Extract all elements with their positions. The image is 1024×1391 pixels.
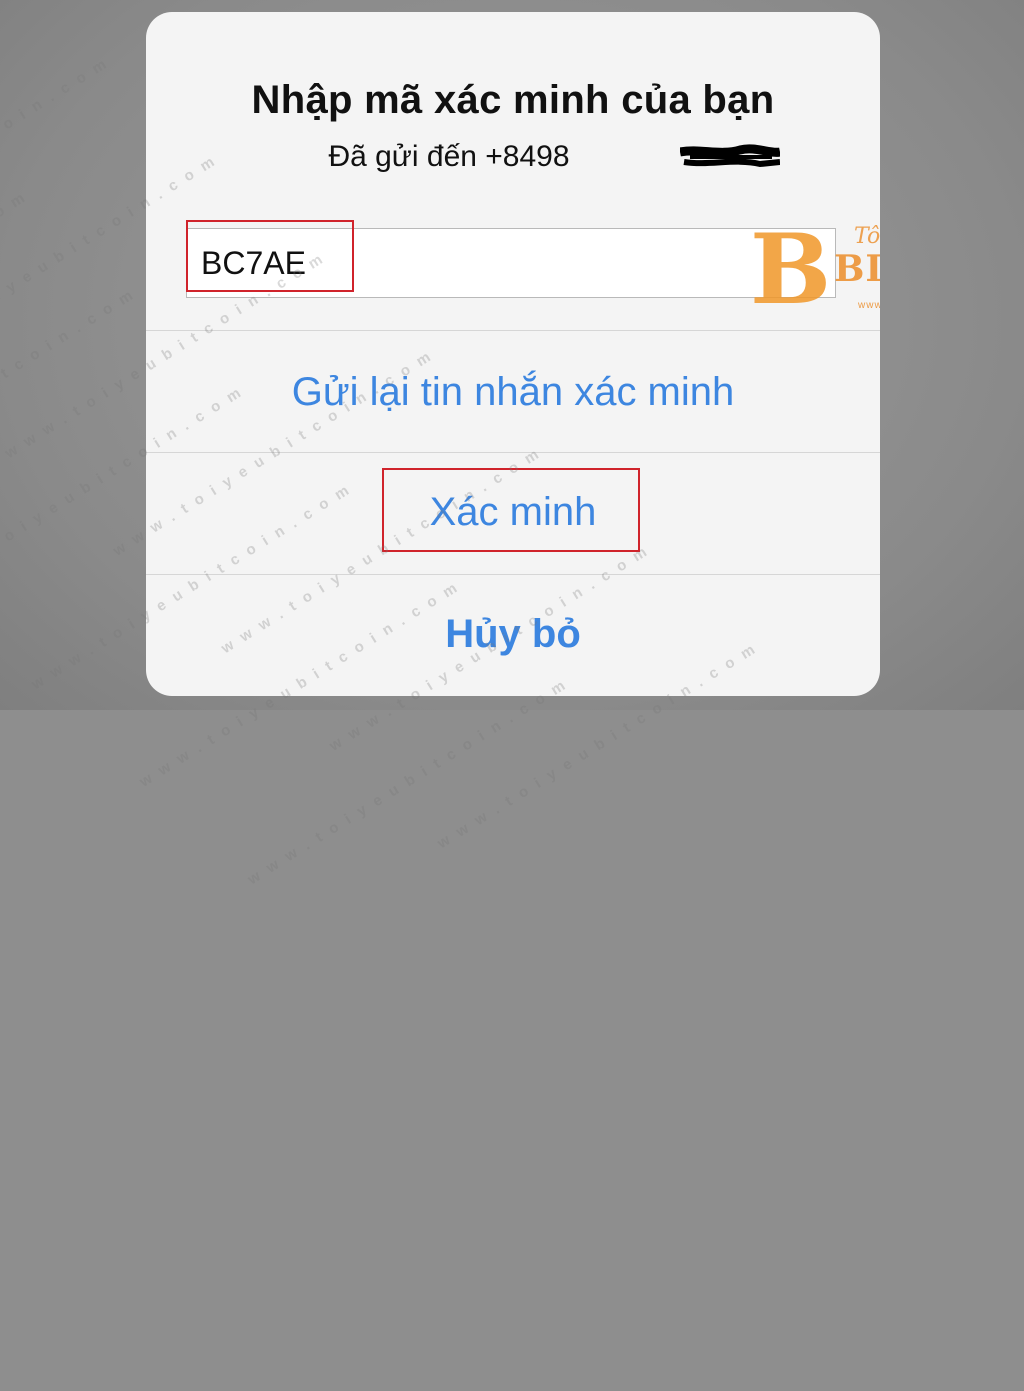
dialog-title: Nhập mã xác minh của bạn [251,78,775,122]
bitcoin-b-icon: B [750,213,832,326]
divider [146,452,880,453]
sent-to-text: Đã gửi đến +8498 [328,140,570,173]
logo-main-text: BITCOIN [834,248,880,290]
highlight-box-code [186,220,354,292]
resend-verification-button[interactable]: Gửi lại tin nhắn xác minh [146,370,880,415]
divider [146,574,880,575]
highlight-box-verify [382,468,640,552]
toiyeubitcoin-logo: B Tôi Yêu BITCOIN www.toiyeubitcoin.com [750,218,880,322]
redaction-scribble [680,144,780,168]
cancel-button[interactable]: Hủy bỏ [146,612,880,657]
logo-small-text: Tôi Yêu [854,224,880,249]
logo-url-text: www.toiyeubitcoin.com [858,300,880,311]
redacted-phone-digits [570,142,698,166]
divider [146,330,880,331]
verification-dialog: Nhập mã xác minh của bạn Đã gửi đến +849… [146,12,880,696]
